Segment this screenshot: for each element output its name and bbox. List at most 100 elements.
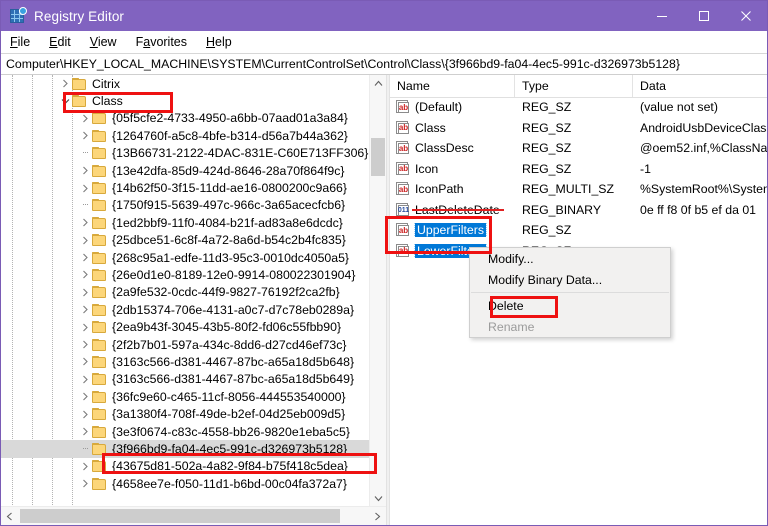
tree-item[interactable]: {1ed2bbf9-11f0-4084-b21f-ad83a8e6dcdc} bbox=[1, 214, 370, 231]
tree-item[interactable]: Class bbox=[1, 92, 370, 109]
column-header-type[interactable]: Type bbox=[515, 75, 633, 97]
tree-item-label: {05f5cfe2-4733-4950-a6bb-07aad01a3a84} bbox=[112, 111, 348, 126]
value-row[interactable]: ab (Default) REG_SZ (value not set) bbox=[390, 97, 767, 118]
tree-item[interactable]: {2f2b7b01-597a-434c-8dd6-d27cd46ef73c} bbox=[1, 336, 370, 353]
chevron-right-icon[interactable] bbox=[79, 392, 92, 401]
menu-edit[interactable]: Edit bbox=[49, 35, 71, 49]
chevron-right-icon[interactable] bbox=[79, 131, 92, 140]
maximize-button[interactable] bbox=[683, 1, 725, 31]
chevron-right-icon[interactable] bbox=[79, 184, 92, 193]
tree-item[interactable]: {05f5cfe2-4733-4950-a6bb-07aad01a3a84} bbox=[1, 110, 370, 127]
chevron-right-icon[interactable] bbox=[79, 323, 92, 332]
tree-item[interactable]: {43675d81-502a-4a82-9f84-b75f418c5dea} bbox=[1, 458, 370, 475]
column-header-name[interactable]: Name bbox=[390, 75, 515, 97]
string-value-icon: ab bbox=[395, 243, 410, 258]
tree-vertical-scrollbar[interactable] bbox=[369, 75, 386, 507]
tree-hscroll-thumb[interactable] bbox=[20, 509, 340, 523]
tree-item[interactable]: {2db15374-706e-4131-a0c7-d7c78eb0289a} bbox=[1, 301, 370, 318]
scroll-down-icon[interactable] bbox=[370, 490, 386, 507]
menu-file[interactable]: File bbox=[10, 35, 30, 49]
value-name-label: (Default) bbox=[415, 100, 463, 115]
folder-icon bbox=[92, 390, 107, 403]
folder-icon bbox=[92, 129, 107, 142]
folder-icon bbox=[92, 216, 107, 229]
tree-item[interactable]: {3a1380f4-708f-49de-b2ef-04d25eb009d5} bbox=[1, 405, 370, 422]
menu-view[interactable]: View bbox=[90, 35, 117, 49]
chevron-right-icon[interactable] bbox=[79, 479, 92, 488]
tree-item-label: {3163c566-d381-4467-87bc-a65a18d5b649} bbox=[112, 372, 355, 387]
tree-item[interactable]: {268c95a1-edfe-11d3-95c3-0010dc4050a5} bbox=[1, 249, 370, 266]
value-name-label: UpperFilters bbox=[414, 223, 487, 238]
folder-icon bbox=[92, 321, 107, 334]
chevron-down-icon[interactable] bbox=[59, 98, 72, 105]
value-row[interactable]: ab UpperFilters REG_SZ bbox=[390, 220, 767, 241]
tree-horizontal-scrollbar[interactable] bbox=[1, 506, 386, 525]
address-bar[interactable]: Computer\HKEY_LOCAL_MACHINE\SYSTEM\Curre… bbox=[1, 53, 767, 75]
tree-scroll-thumb[interactable] bbox=[371, 138, 385, 176]
value-row[interactable]: ab ClassDesc REG_SZ @oem52.inf,%ClassName bbox=[390, 138, 767, 159]
tree-item[interactable]: {3e3f0674-c83c-4558-bb26-9820e1eba5c5} bbox=[1, 423, 370, 440]
folder-icon bbox=[92, 164, 107, 177]
folder-icon bbox=[92, 234, 107, 247]
tree-item[interactable]: {13B66731-2122-4DAC-831E-C60E713FF306} bbox=[1, 145, 370, 162]
tree-item[interactable]: {26e0d1e0-8189-12e0-9914-080022301904} bbox=[1, 266, 370, 283]
menu-favorites[interactable]: Favorites bbox=[136, 35, 187, 49]
tree-item-label: {1750f915-5639-497c-966c-3a65acecfcb6} bbox=[112, 198, 346, 213]
chevron-right-icon[interactable] bbox=[79, 236, 92, 245]
column-header-data[interactable]: Data bbox=[633, 75, 767, 97]
context-menu-item[interactable]: Modify... bbox=[470, 248, 670, 269]
tree-item[interactable]: {2ea9b43f-3045-43b5-80f2-fd06c55fbb90} bbox=[1, 318, 370, 335]
value-name-label: IconPath bbox=[415, 182, 464, 197]
chevron-right-icon[interactable] bbox=[79, 340, 92, 349]
value-type-cell: REG_SZ bbox=[522, 161, 572, 176]
chevron-right-icon[interactable] bbox=[59, 79, 72, 88]
value-row[interactable]: 011LastDeleteDateREG_BINARY0e ff f8 0f b… bbox=[390, 200, 767, 221]
context-menu-item[interactable]: Modify Binary Data... bbox=[470, 269, 670, 290]
chevron-right-icon[interactable] bbox=[79, 253, 92, 262]
chevron-right-icon[interactable] bbox=[79, 462, 92, 471]
chevron-right-icon[interactable] bbox=[79, 270, 92, 279]
tree-item[interactable]: {3163c566-d381-4467-87bc-a65a18d5b648} bbox=[1, 353, 370, 370]
value-row[interactable]: ab IconPath REG_MULTI_SZ %SystemRoot%\Syste… bbox=[390, 179, 767, 200]
tree-item[interactable]: {25dbce51-6c8f-4a72-8a6d-b54c2b4fc835} bbox=[1, 232, 370, 249]
tree-item-label: {13e42dfa-85d9-424d-8646-28a70f864f9c} bbox=[112, 163, 345, 178]
value-data-cell: (value not set) bbox=[640, 100, 718, 115]
tree-item[interactable]: {1750f915-5639-497c-966c-3a65acecfcb6} bbox=[1, 197, 370, 214]
scroll-right-icon[interactable] bbox=[369, 512, 386, 521]
tree-item[interactable]: {3f966bd9-fa04-4ec5-991c-d326973b5128} bbox=[1, 440, 370, 458]
tree-item[interactable]: {36fc9e60-c465-11cf-8056-444553540000} bbox=[1, 388, 370, 405]
context-menu-item[interactable]: Delete bbox=[470, 295, 670, 316]
value-context-menu[interactable]: Modify... Modify Binary Data... Delete Rena… bbox=[469, 247, 671, 338]
tree-item[interactable]: {13e42dfa-85d9-424d-8646-28a70f864f9c} bbox=[1, 162, 370, 179]
chevron-right-icon[interactable] bbox=[79, 288, 92, 297]
tree-item[interactable]: {3163c566-d381-4467-87bc-a65a18d5b649} bbox=[1, 371, 370, 388]
tree-item[interactable]: Citrix bbox=[1, 75, 370, 92]
chevron-right-icon[interactable] bbox=[79, 218, 92, 227]
value-type-cell: REG_MULTI_SZ bbox=[522, 182, 615, 197]
chevron-right-icon[interactable] bbox=[79, 114, 92, 123]
chevron-right-icon[interactable] bbox=[79, 305, 92, 314]
registry-tree[interactable]: Citrix Class {05f5cfe2-4733-4950-a6bb-07aa… bbox=[1, 75, 370, 507]
tree-item[interactable]: {2a9fe532-0cdc-44f9-9827-76192f2ca2fb} bbox=[1, 284, 370, 301]
tree-item-label: {3f966bd9-fa04-4ec5-991c-d326973b5128} bbox=[112, 441, 348, 456]
scroll-left-icon[interactable] bbox=[1, 512, 18, 521]
minimize-button[interactable] bbox=[641, 1, 683, 31]
chevron-right-icon[interactable] bbox=[79, 375, 92, 384]
folder-icon bbox=[72, 95, 87, 108]
string-value-icon: ab bbox=[395, 182, 410, 196]
chevron-right-icon[interactable] bbox=[79, 357, 92, 366]
tree-item[interactable]: {1264760f-a5c8-4bfe-b314-d56a7b44a362} bbox=[1, 127, 370, 144]
chevron-right-icon[interactable] bbox=[79, 166, 92, 175]
tree-item[interactable]: {4658ee7e-f050-11d1-b6bd-00c04fa372a7} bbox=[1, 475, 370, 492]
tree-item[interactable]: {14b62f50-3f15-11dd-ae16-0800200c9a66} bbox=[1, 179, 370, 196]
close-button[interactable] bbox=[725, 1, 767, 31]
value-name-cell: ab (Default) bbox=[390, 100, 515, 114]
value-row[interactable]: ab Class REG_SZ AndroidUsbDeviceClass bbox=[390, 118, 767, 139]
chevron-right-icon[interactable] bbox=[79, 410, 92, 419]
folder-icon bbox=[92, 199, 107, 212]
menu-help[interactable]: Help bbox=[206, 35, 232, 49]
chevron-right-icon[interactable] bbox=[79, 427, 92, 436]
value-row[interactable]: ab Icon REG_SZ -1 bbox=[390, 159, 767, 180]
scroll-up-icon[interactable] bbox=[370, 75, 386, 92]
address-path: Computer\HKEY_LOCAL_MACHINE\SYSTEM\Curre… bbox=[6, 57, 680, 71]
